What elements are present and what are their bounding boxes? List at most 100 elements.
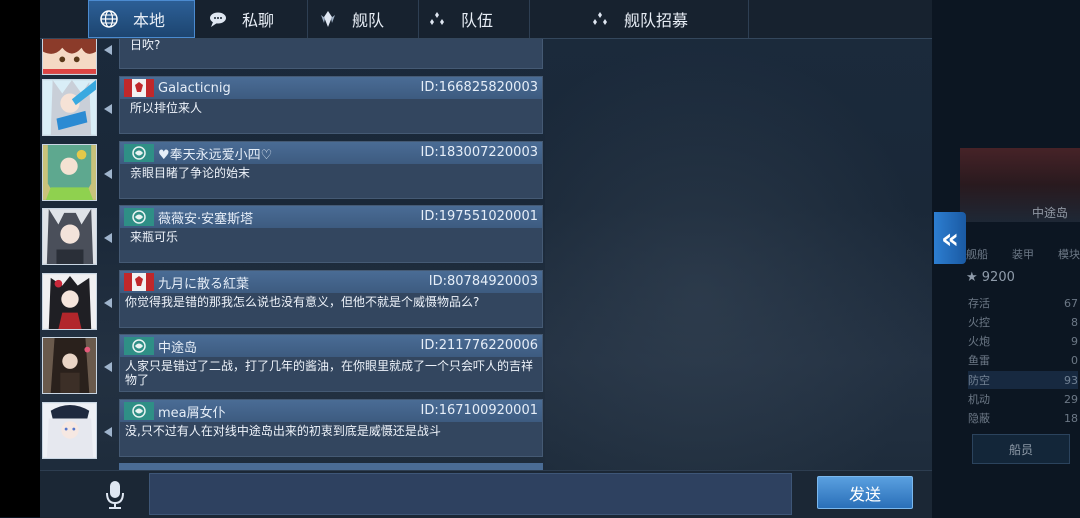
chat-message: mea屑女仆 ID:167100920001 没,只不过有人在对线中途岛出来的初… bbox=[40, 399, 545, 459]
stat-row: 防空 93 bbox=[968, 371, 1078, 389]
microphone-icon[interactable] bbox=[104, 480, 126, 510]
chat-message: 九月に散る紅葉 ID:80784920003 你觉得我是错的那我怎么说也没有意义… bbox=[40, 270, 545, 330]
red-flag-icon bbox=[124, 273, 154, 291]
stat-row: 存活 67 bbox=[968, 294, 1078, 312]
ship-name: 中途岛 bbox=[1032, 206, 1069, 220]
bubble-pointer bbox=[104, 298, 112, 308]
bubble-pointer bbox=[104, 233, 112, 243]
stat-label: 隐蔽 bbox=[968, 412, 990, 425]
team-dots-icon bbox=[592, 12, 607, 25]
tab-team[interactable]: 队伍 bbox=[419, 0, 530, 38]
tab-label: 舰队 bbox=[352, 11, 385, 30]
sender-name[interactable]: mea屑女仆 bbox=[158, 402, 226, 421]
tab-private[interactable]: 私聊 bbox=[198, 0, 308, 38]
stat-label: 机动 bbox=[968, 393, 990, 406]
sender-name[interactable]: 九月に散る紅葉 bbox=[158, 273, 249, 292]
avatar[interactable] bbox=[42, 38, 97, 75]
stat-row: 火炮 9 bbox=[968, 332, 1078, 350]
fleet-emblem-icon bbox=[321, 11, 335, 27]
chat-message: Galacticnig ID:166825820003 所以排位来人 bbox=[40, 76, 545, 136]
stat-label: 鱼雷 bbox=[968, 354, 990, 367]
stat-value: 29 bbox=[1064, 392, 1078, 406]
message-bubble: mea屑女仆 ID:167100920001 没,只不过有人在对线中途岛出来的初… bbox=[119, 399, 543, 457]
avatar[interactable] bbox=[42, 208, 97, 265]
stat-value: 0 bbox=[1071, 353, 1078, 367]
tab-label: 队伍 bbox=[461, 11, 494, 30]
message-text: 人家只是错过了二战，打了几年的酱油，在你眼里就成了一个只会吓人的吉祥物了 bbox=[125, 359, 534, 387]
sender-id: ID:183007220003 bbox=[420, 145, 538, 160]
ship-tab-label[interactable]: 舰船 bbox=[966, 246, 988, 262]
bubble-pointer bbox=[104, 427, 112, 437]
message-text: 日吹? bbox=[130, 38, 161, 52]
ship-tab-label[interactable]: 装甲 bbox=[1012, 246, 1034, 262]
sender-name[interactable]: 薇薇安·安塞斯塔 bbox=[158, 208, 253, 227]
bubble-pointer bbox=[104, 104, 112, 114]
ship-tab-label[interactable]: 模块 bbox=[1058, 246, 1080, 262]
message-text: 你觉得我是错的那我怎么说也没有意义，但他不就是个威慑物品么? bbox=[125, 295, 480, 309]
tab-fleet[interactable]: 舰队 bbox=[308, 0, 419, 38]
chat-bubble-icon bbox=[210, 12, 226, 27]
crew-button[interactable]: 船员 bbox=[972, 434, 1070, 464]
left-letterbox bbox=[0, 0, 40, 517]
message-bubble: ♥奉天永远爱小四♡ ID:183007220003 亲眼目睹了争论的始末 bbox=[119, 141, 543, 199]
avatar[interactable] bbox=[42, 79, 97, 136]
green-emblem-icon bbox=[124, 208, 154, 226]
sender-id: ID:211776220006 bbox=[420, 338, 538, 353]
avatar-image bbox=[43, 403, 96, 458]
green-emblem-icon bbox=[124, 402, 154, 420]
message-text: 来瓶可乐 bbox=[130, 230, 179, 244]
chat-message: 中途岛 ID:211776220006 人家只是错过了二战，打了几年的酱油，在你… bbox=[40, 334, 545, 394]
message-text: 没,只不过有人在对线中途岛出来的初衷到底是威慑还是战斗 bbox=[125, 424, 441, 438]
stat-value: 18 bbox=[1064, 411, 1078, 425]
message-bubble: 中途岛 ID:211776220006 人家只是错过了二战，打了几年的酱油，在你… bbox=[119, 334, 543, 392]
message-text: 亲眼目睹了争论的始末 bbox=[130, 166, 251, 180]
chat-message: ♥奉天永远爱小四♡ ID:183007220003 亲眼目睹了争论的始末 bbox=[40, 141, 545, 201]
ship-tabs: 舰船 装甲 模块 bbox=[966, 246, 1080, 262]
sender-id: ID:197551020001 bbox=[420, 209, 538, 224]
chat-message: 薇薇安·安塞斯塔 ID:197551020001 来瓶可乐 bbox=[40, 205, 545, 265]
bubble-pointer bbox=[104, 362, 112, 372]
stat-label: 存活 bbox=[968, 297, 990, 310]
avatar-image bbox=[43, 338, 96, 393]
tab-fleet-recruit[interactable]: 舰队招募 bbox=[530, 0, 749, 38]
message-bubble: 九月に散る紅葉 ID:80784920003 你觉得我是错的那我怎么说也没有意义… bbox=[119, 270, 543, 328]
stat-label: 火炮 bbox=[968, 335, 990, 348]
sender-name[interactable]: Galacticnig bbox=[158, 81, 231, 96]
stat-row: 隐蔽 18 bbox=[968, 409, 1078, 427]
send-button[interactable]: 发送 bbox=[817, 476, 913, 509]
sender-id: ID:166825820003 bbox=[420, 80, 538, 95]
avatar[interactable] bbox=[42, 402, 97, 459]
stat-label: 火控 bbox=[968, 316, 990, 329]
stat-value: 93 bbox=[1064, 373, 1078, 387]
tab-label: 私聊 bbox=[242, 11, 275, 30]
tab-label: 本地 bbox=[133, 11, 166, 30]
message-bubble: Galacticnig ID:166825820003 所以排位来人 bbox=[119, 76, 543, 134]
sender-name[interactable]: ♥奉天永远爱小四♡ bbox=[158, 144, 272, 163]
stat-value: 67 bbox=[1064, 296, 1078, 310]
message-bubble: 薇薇安·安塞斯塔 ID:197551020001 来瓶可乐 bbox=[119, 205, 543, 263]
stat-row: 火控 8 bbox=[968, 313, 1078, 331]
avatar-image bbox=[43, 145, 96, 200]
message-header: 薇薇安·安塞斯塔 ID:197551020001 bbox=[120, 206, 542, 228]
green-emblem-icon bbox=[124, 337, 154, 355]
message-bubble: 日吹? bbox=[119, 38, 543, 69]
bubble-pointer bbox=[104, 45, 112, 55]
message-header: mea屑女仆 ID:167100920001 bbox=[120, 400, 542, 422]
tab-local[interactable]: 本地 bbox=[88, 0, 195, 38]
message-input[interactable] bbox=[149, 473, 792, 515]
team-dots-icon bbox=[430, 12, 444, 25]
sender-id: ID:80784920003 bbox=[428, 274, 538, 289]
collapse-chat-button[interactable]: « bbox=[934, 212, 966, 264]
avatar[interactable] bbox=[42, 144, 97, 201]
next-message-edge bbox=[119, 463, 543, 470]
stat-label: 防空 bbox=[968, 374, 990, 387]
sender-name[interactable]: 中途岛 bbox=[158, 337, 197, 356]
avatar[interactable] bbox=[42, 337, 97, 394]
avatar[interactable] bbox=[42, 273, 97, 330]
message-text: 所以排位来人 bbox=[130, 101, 203, 115]
message-header: Galacticnig ID:166825820003 bbox=[120, 77, 542, 99]
avatar-image bbox=[43, 80, 96, 135]
stat-row: 机动 29 bbox=[968, 390, 1078, 408]
avatar-image bbox=[43, 38, 96, 74]
stat-row: 鱼雷 0 bbox=[968, 351, 1078, 369]
